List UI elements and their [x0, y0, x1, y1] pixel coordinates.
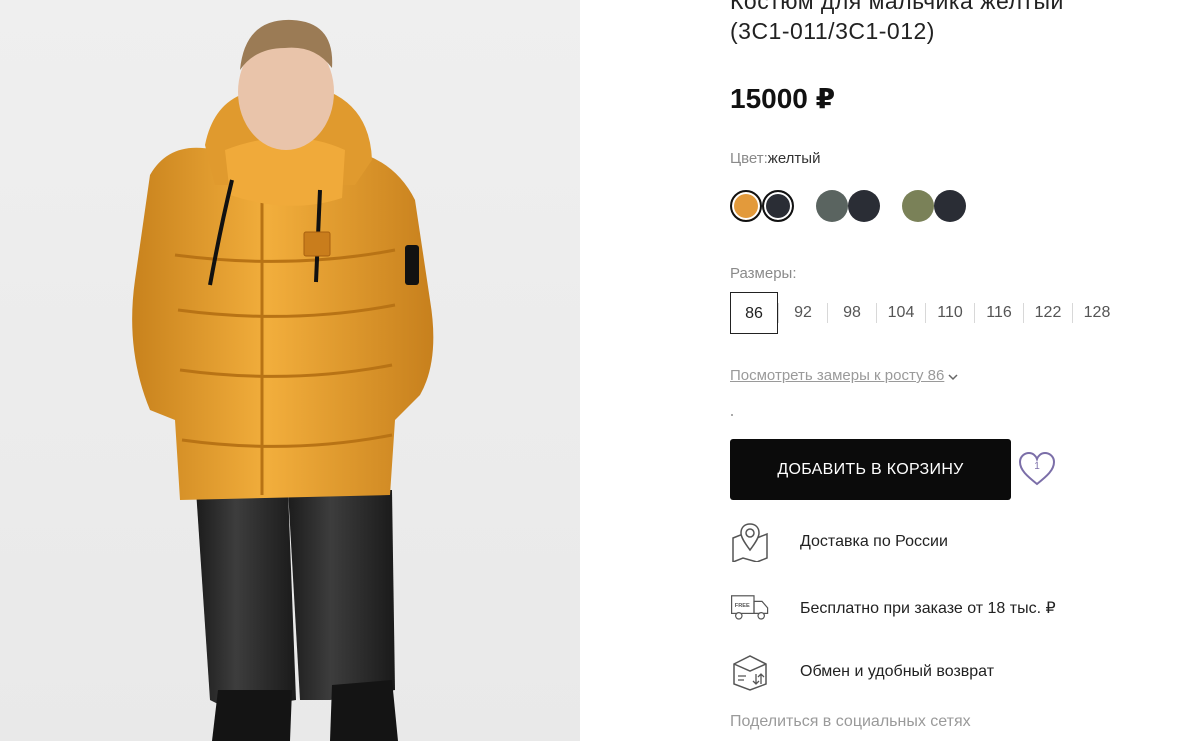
product-title-line1: Костюм для мальчика желтый: [730, 0, 1064, 14]
color-value: желтый: [767, 150, 821, 167]
size-option[interactable]: 92: [779, 292, 827, 334]
size-measurements-link[interactable]: Посмотреть замеры к росту 86: [730, 367, 958, 385]
wishlist-button[interactable]: 1: [1017, 450, 1057, 488]
size-option[interactable]: 86: [730, 292, 778, 334]
size-option[interactable]: 128: [1073, 292, 1121, 334]
color-info: Цвет:желтый: [730, 150, 820, 167]
size-divider: [827, 303, 828, 323]
size-option[interactable]: 110: [926, 292, 974, 334]
size-option[interactable]: 122: [1024, 292, 1072, 334]
size-measurements-link-text: Посмотреть замеры к росту 86: [730, 367, 945, 384]
map-pin-icon: [732, 523, 768, 562]
color-swatch[interactable]: [816, 190, 848, 222]
size-divider: [925, 303, 926, 323]
color-swatch[interactable]: [934, 190, 966, 222]
share-social-label: Поделиться в социальных сетях: [730, 713, 971, 730]
size-divider: [778, 303, 779, 323]
color-swatch[interactable]: [730, 190, 762, 222]
svg-text:FREE: FREE: [735, 603, 750, 609]
free-delivery-truck-icon: FREE: [731, 595, 769, 620]
divider-dot: [731, 414, 733, 416]
size-option[interactable]: 98: [828, 292, 876, 334]
color-swatch[interactable]: [902, 190, 934, 222]
color-swatch[interactable]: [848, 190, 880, 222]
size-divider: [1072, 303, 1073, 323]
product-photo-illustration: [132, 19, 434, 741]
size-divider: [876, 303, 877, 323]
chevron-down-icon: [948, 368, 958, 385]
size-divider: [974, 303, 975, 323]
return-box-icon: [733, 655, 767, 691]
sizes-label: Размеры:: [730, 265, 797, 282]
add-to-cart-button[interactable]: ДОБАВИТЬ В КОРЗИНУ: [730, 439, 1011, 500]
color-swatch[interactable]: [762, 190, 794, 222]
size-divider: [1023, 303, 1024, 323]
feature-delivery-text: Доставка по России: [800, 533, 948, 550]
feature-return-text: Обмен и удобный возврат: [800, 663, 995, 680]
product-price: 15000 ₽: [730, 83, 836, 114]
product-photo[interactable]: [0, 0, 580, 741]
wishlist-count: 1: [1034, 461, 1040, 472]
product-title: Костюм для мальчика желтый (3С1-011/3С1-…: [730, 0, 1150, 46]
product-title-line2: (3С1-011/3С1-012): [730, 18, 935, 44]
feature-free-shipping-text: Бесплатно при заказе от 18 тыс. ₽: [800, 600, 1056, 617]
size-option[interactable]: 104: [877, 292, 925, 334]
color-label: Цвет:: [730, 150, 768, 167]
size-option[interactable]: 116: [975, 292, 1023, 334]
